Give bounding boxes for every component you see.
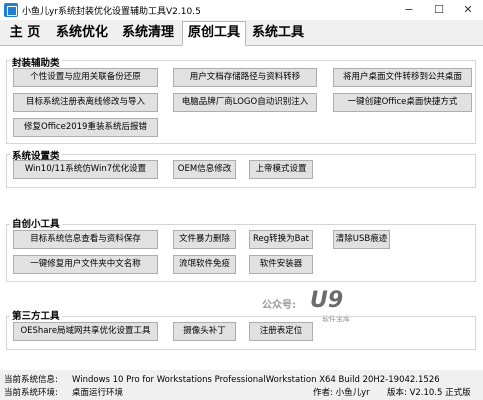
window-title: 小鱼儿yr系统封装优化设置辅助工具V2.10.5 (22, 7, 201, 17)
backup-restore-button[interactable]: 个性设置与应用关联备份还原 (13, 68, 158, 87)
oem-logo-inject-button[interactable]: 电脑品牌厂商LOGO自动识别注入 (173, 93, 317, 112)
author-text: 作者: 小鱼儿yr (313, 388, 370, 398)
oem-info-button[interactable]: OEM信息修改 (173, 160, 236, 179)
malware-immune-button[interactable]: 流氓软件免疫 (173, 255, 236, 274)
maximize-button[interactable]: ☐ (424, 0, 454, 20)
system-info-value: Windows 10 Pro for Workstations Professi… (72, 375, 440, 385)
tab-system-optimize[interactable]: 系统优化 (50, 22, 114, 45)
title-bar: 小鱼儿yr系统封装优化设置辅助工具V2.10.5 − ☐ ✕ (0, 0, 483, 20)
win7-style-button[interactable]: Win10/11系统仿Win7优化设置 (13, 160, 158, 179)
group-packaging-title: 封装辅助类 (10, 55, 62, 69)
reg-to-bat-button[interactable]: Reg转换为Bat (249, 230, 313, 249)
fix-user-folder-name-button[interactable]: 一键修复用户文件夹中文名称 (13, 255, 158, 274)
clear-usb-traces-button[interactable]: 清除USB痕迹 (333, 230, 390, 249)
tab-panel-original-tools: 封装辅助类 个性设置与应用关联备份还原 用户文档存储路径与资料转移 将用户桌面文… (0, 46, 483, 370)
app-icon (4, 3, 18, 17)
env-value: 桌面运行环境 (72, 388, 124, 398)
office2019-fix-button[interactable]: 修复Office2019重装系统后报错 (13, 118, 158, 137)
watermark-text: 公众号: (262, 300, 296, 311)
group-custom-tools-title: 自创小工具 (10, 216, 62, 230)
system-info-label: 当前系统信息: (4, 375, 58, 385)
status-env: 当前系统环境: 桌面运行环境 作者: 小鱼儿yr 版本: V2.10.5 正式版 (0, 387, 483, 400)
registry-locate-button[interactable]: 注册表定位 (249, 322, 313, 341)
software-installer-button[interactable]: 软件安装器 (249, 255, 313, 274)
user-docs-path-button[interactable]: 用户文档存储路径与资料转移 (173, 68, 317, 87)
offline-registry-button[interactable]: 目标系统注册表离线修改与导入 (13, 93, 158, 112)
tab-bar: 主 页 系统优化 系统清理 原创工具 系统工具 (0, 20, 483, 46)
env-label: 当前系统环境: (4, 388, 58, 398)
oeshare-lan-button[interactable]: OEShare局域网共享优化设置工具 (13, 322, 158, 341)
system-info-save-button[interactable]: 目标系统信息查看与资料保存 (13, 230, 158, 249)
watermark-logo: U9 (307, 288, 345, 314)
tab-system-tools[interactable]: 系统工具 (246, 22, 310, 45)
group-third-party-title: 第三方工具 (10, 308, 62, 322)
status-system-info: 当前系统信息: Windows 10 Pro for Workstations … (0, 374, 483, 387)
tab-original-tools[interactable]: 原创工具 (182, 21, 246, 46)
god-mode-button[interactable]: 上帝模式设置 (249, 160, 313, 179)
camera-patch-button[interactable]: 摄像头补丁 (173, 322, 236, 341)
version-text: 版本: V2.10.5 正式版 (387, 388, 471, 398)
tab-system-clean[interactable]: 系统清理 (116, 22, 180, 45)
office-shortcut-button[interactable]: 一键创建Office桌面快捷方式 (333, 93, 472, 112)
tab-home[interactable]: 主 页 (2, 22, 48, 45)
minimize-button[interactable]: − (394, 0, 424, 20)
close-button[interactable]: ✕ (453, 0, 483, 20)
desktop-to-public-button[interactable]: 将用户桌面文件转移到公共桌面 (333, 68, 472, 87)
force-delete-button[interactable]: 文件暴力删除 (173, 230, 236, 249)
